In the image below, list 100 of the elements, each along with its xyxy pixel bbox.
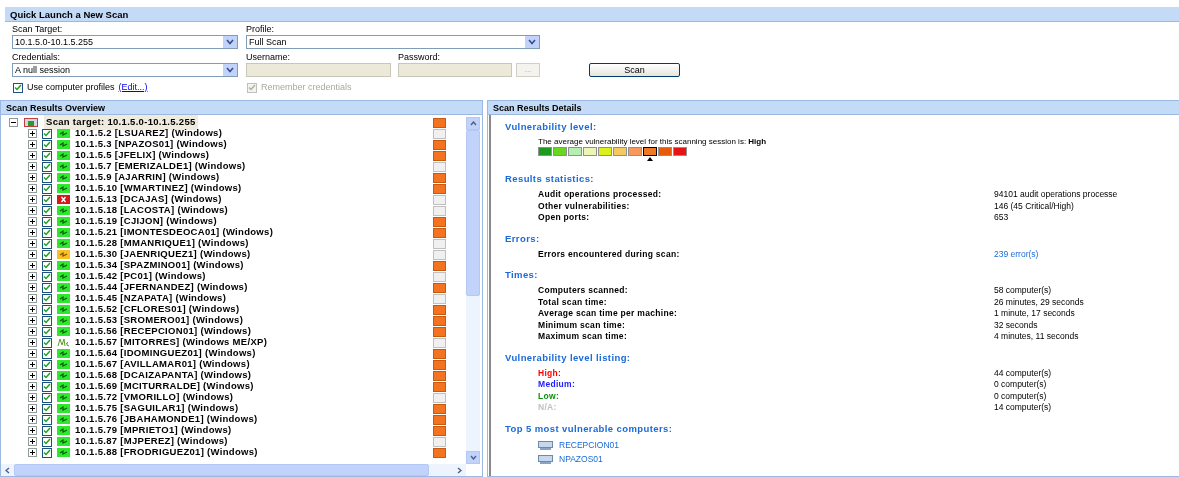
checkbox[interactable] [42, 447, 52, 458]
section-heading: Errors: [505, 231, 541, 246]
checkbox[interactable] [42, 392, 52, 403]
stat-value: 4 minutes, 11 seconds [994, 331, 1079, 343]
section-heading: Times: [505, 268, 539, 282]
checkbox[interactable] [42, 436, 52, 447]
scroll-right-icon[interactable] [457, 466, 462, 474]
checkbox[interactable] [42, 205, 52, 216]
checkbox[interactable] [42, 128, 52, 139]
checkbox[interactable] [42, 271, 52, 282]
stat-label: Errors encountered during scan: [537, 248, 681, 260]
checkbox[interactable] [42, 337, 52, 348]
checkbox[interactable] [42, 150, 52, 161]
scan-button[interactable]: Scan [589, 63, 680, 77]
section-heading: Results statistics: [505, 172, 595, 186]
checkbox[interactable] [42, 425, 52, 436]
expand-icon[interactable] [28, 437, 37, 446]
expand-icon[interactable] [28, 184, 37, 193]
expand-icon[interactable] [28, 162, 37, 171]
checkbox[interactable] [42, 348, 52, 359]
expand-icon[interactable] [28, 140, 37, 149]
scroll-up-icon[interactable] [469, 121, 477, 126]
field-label: Credentials: [12, 52, 61, 62]
checkbox[interactable] [42, 249, 52, 260]
scroll-down-icon[interactable] [469, 455, 477, 460]
checkbox[interactable] [42, 260, 52, 271]
expand-icon[interactable] [28, 173, 37, 182]
expand-icon[interactable] [28, 371, 37, 380]
horizontal-scrollbar[interactable] [1, 464, 466, 476]
checkbox[interactable] [42, 172, 52, 183]
expand-icon[interactable] [28, 206, 37, 215]
field-label: Profile: [246, 24, 274, 34]
checkbox[interactable] [42, 238, 52, 249]
expand-icon[interactable] [28, 250, 37, 259]
expand-icon[interactable] [28, 382, 37, 391]
dropdown[interactable]: Full Scan [246, 35, 540, 49]
checkbox[interactable] [42, 381, 52, 392]
expand-icon[interactable] [28, 261, 37, 270]
expand-icon[interactable] [28, 415, 37, 424]
expand-icon[interactable] [28, 448, 37, 457]
dropdown[interactable]: 10.1.5.0-10.1.5.255 [12, 35, 238, 49]
checkbox[interactable] [42, 216, 52, 227]
checkbox[interactable] [42, 282, 52, 293]
checkbox[interactable] [13, 82, 23, 93]
expand-icon[interactable] [28, 195, 37, 204]
stat-value: 0 computer(s) [994, 390, 1047, 402]
edit-link[interactable]: (Edit...) [118, 81, 148, 95]
expand-icon[interactable] [28, 404, 37, 413]
stat-label: High: [537, 367, 563, 379]
expand-icon[interactable] [28, 305, 37, 314]
checkbox[interactable] [42, 293, 52, 304]
expand-icon[interactable] [28, 228, 37, 237]
expand-icon[interactable] [28, 217, 37, 226]
stat-value: 44 computer(s) [994, 367, 1052, 379]
expand-icon[interactable] [28, 349, 37, 358]
checkbox[interactable] [42, 194, 52, 205]
checkbox[interactable] [42, 227, 52, 238]
checkbox[interactable] [42, 139, 52, 150]
tree-root-label[interactable]: Scan target: 10.1.5.0-10.1.5.255 [44, 115, 198, 130]
stat-value: 653 [994, 212, 1009, 224]
checkbox[interactable] [42, 359, 52, 370]
expand-icon[interactable] [28, 360, 37, 369]
stat-value: 32 seconds [994, 319, 1038, 331]
expand-icon[interactable] [28, 129, 37, 138]
field-label: Username: [246, 52, 290, 62]
expand-icon[interactable] [28, 272, 37, 281]
stat-label: Low: [537, 390, 561, 402]
scroll-left-icon[interactable] [5, 466, 10, 474]
expand-icon[interactable] [28, 316, 37, 325]
checkbox-label: Remember credentials [261, 81, 352, 94]
dropdown[interactable]: A null session [12, 63, 238, 77]
summary-text: The average vulnerability level for this scanning session is: High [537, 136, 768, 147]
expand-icon[interactable] [28, 426, 37, 435]
computer-link[interactable]: RECEPCION01 [559, 439, 619, 452]
caret-icon [528, 39, 536, 45]
section-header: Quick Launch a New Scan [5, 7, 1179, 22]
expand-icon[interactable] [28, 393, 37, 402]
expand-icon[interactable] [28, 338, 37, 347]
checkbox[interactable] [42, 326, 52, 337]
checkbox[interactable] [42, 304, 52, 315]
expand-icon[interactable] [28, 327, 37, 336]
computer-icon [538, 441, 553, 450]
stat-label: Other vulnerabilities: [537, 200, 631, 212]
collapse-icon[interactable] [9, 118, 18, 127]
checkbox[interactable] [42, 403, 52, 414]
checkbox[interactable] [42, 414, 52, 425]
checkbox[interactable] [42, 370, 52, 381]
expand-icon[interactable] [28, 283, 37, 292]
expand-icon[interactable] [28, 151, 37, 160]
computer-link[interactable]: NPAZOS01 [559, 453, 603, 466]
checkbox[interactable] [42, 315, 52, 326]
vertical-scrollbar[interactable] [466, 117, 480, 464]
stat-label: Computers scanned: [537, 285, 629, 297]
stat-value: 14 computer(s) [994, 402, 1052, 414]
errors-link[interactable]: 239 error(s) [994, 248, 1039, 260]
expand-icon[interactable] [28, 294, 37, 303]
field-label: Scan Target: [12, 24, 63, 34]
checkbox[interactable] [42, 183, 52, 194]
checkbox[interactable] [42, 161, 52, 172]
expand-icon[interactable] [28, 239, 37, 248]
